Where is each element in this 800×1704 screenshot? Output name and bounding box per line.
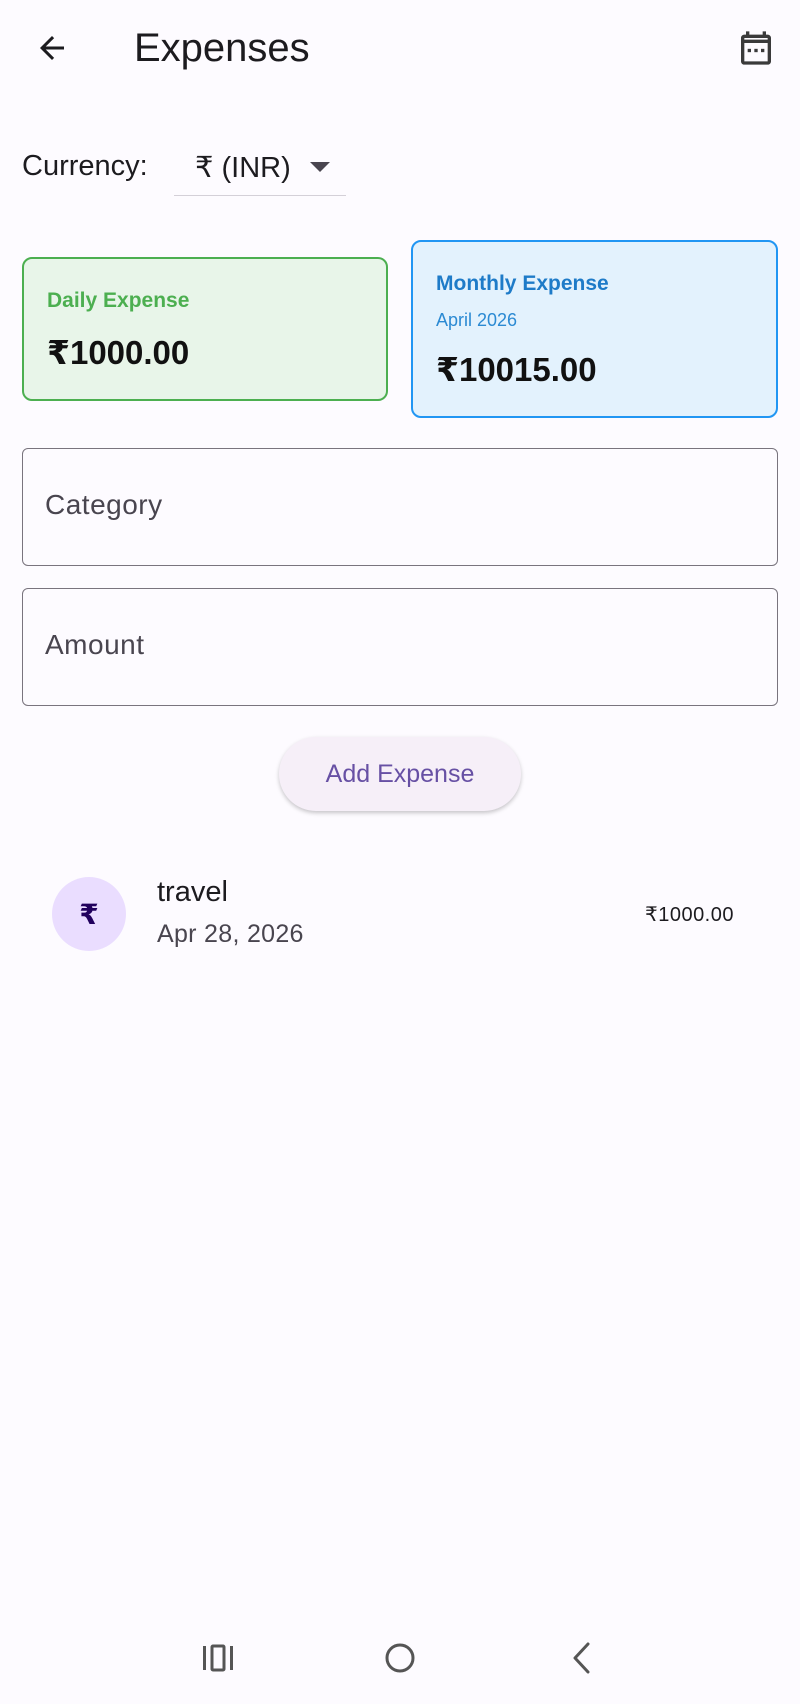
recents-icon [203,1644,233,1672]
home-icon [385,1643,415,1673]
daily-expense-card: Daily Expense ₹1000.00 [22,257,388,401]
system-nav-bar [0,1612,800,1704]
home-button[interactable] [370,1630,430,1686]
calendar-button[interactable] [730,24,782,72]
recents-button[interactable] [188,1630,248,1686]
currency-row: Currency: ₹ (INR) [22,140,346,196]
back-button[interactable] [28,24,76,72]
daily-expense-label: Daily Expense [47,289,190,312]
daily-expense-amount: ₹1000.00 [47,334,190,371]
dropdown-arrow-icon [310,162,330,172]
list-item[interactable]: ₹ travel Apr 28, 2026 ₹1000.00 [0,860,800,968]
nav-back-icon [573,1642,590,1674]
avatar: ₹ [52,877,126,951]
app-bar: Expenses [0,0,800,96]
nav-back-button[interactable] [552,1630,612,1686]
monthly-expense-card[interactable]: Monthly Expense April 2026 ₹10015.00 [411,240,778,418]
expense-category: travel [157,876,228,908]
expense-date: Apr 28, 2026 [157,920,304,948]
add-expense-label: Add Expense [325,759,475,788]
monthly-expense-amount: ₹10015.00 [436,351,597,388]
monthly-expense-label: Monthly Expense [436,272,609,295]
page-title: Expenses [134,26,310,70]
currency-label: Currency: [22,150,148,182]
amount-input[interactable]: Amount [22,588,778,706]
category-input[interactable]: Category [22,448,778,566]
add-expense-button[interactable]: Add Expense [279,737,521,811]
rupee-icon: ₹ [79,898,99,930]
monthly-expense-month: April 2026 [436,310,518,330]
category-placeholder: Category [45,489,163,520]
arrow-back-icon [40,36,64,60]
currency-selected-value: ₹ (INR) [195,152,291,184]
amount-placeholder: Amount [45,629,145,660]
expense-amount: ₹1000.00 [644,904,734,926]
currency-dropdown[interactable]: ₹ (INR) [174,140,346,196]
calendar-icon [741,31,771,65]
